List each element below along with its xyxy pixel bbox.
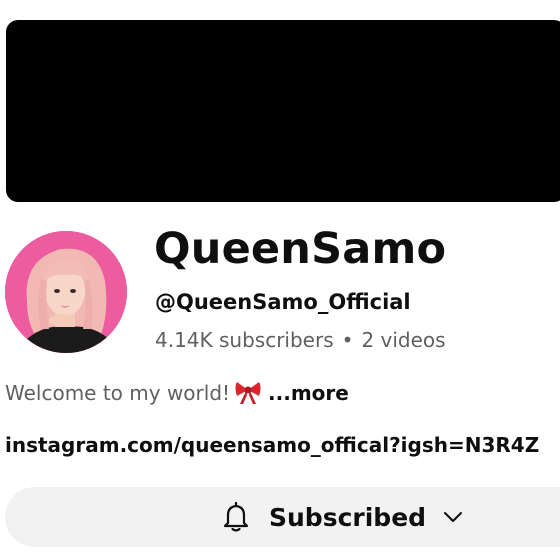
channel-banner[interactable] xyxy=(6,20,560,202)
bell-icon xyxy=(223,501,249,532)
video-count: 2 videos xyxy=(361,328,446,352)
stats-separator: • xyxy=(341,328,354,352)
channel-name: QueenSamo xyxy=(154,224,447,274)
subscribed-label: Subscribed xyxy=(269,502,427,532)
channel-handle: @QueenSamo_Official xyxy=(155,290,411,314)
more-link[interactable]: ...more xyxy=(268,381,349,405)
subscriber-count: 4.14K subscribers xyxy=(155,328,334,352)
external-link[interactable]: instagram.com/queensamo_offical?igsh=N3R… xyxy=(5,433,560,457)
ribbon-bow-icon xyxy=(235,382,261,404)
avatar[interactable] xyxy=(5,231,127,353)
description-text: Welcome to my world! xyxy=(5,381,231,405)
subscribed-button-content: Subscribed xyxy=(221,487,464,547)
channel-stats: 4.14K subscribers • 2 videos xyxy=(155,328,446,352)
avatar-image xyxy=(5,231,127,353)
subscribed-button[interactable]: Subscribed xyxy=(5,487,560,547)
channel-page: QueenSamo @QueenSamo_Official 4.14K subs… xyxy=(0,0,560,560)
chevron-down-icon xyxy=(444,512,463,522)
channel-description[interactable]: Welcome to my world! ...more xyxy=(5,379,349,405)
